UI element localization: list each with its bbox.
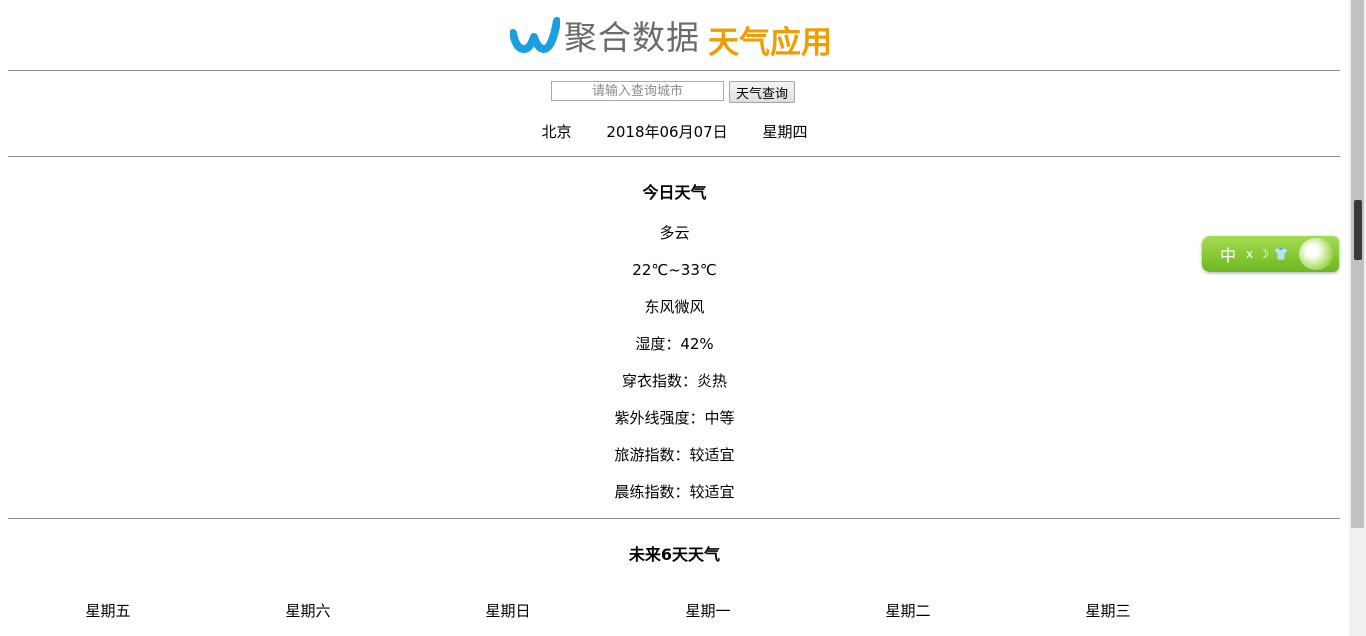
weather-query-button[interactable]: 天气查询	[729, 81, 796, 103]
location-info: 北京 2018年06月07日 星期四	[0, 121, 1349, 142]
search-bar: 天气查询	[551, 81, 796, 103]
forecast-day: 星期六	[285, 602, 331, 620]
weather-condition: 多云	[659, 224, 690, 242]
ime-floating-widget[interactable]: 中 ⅹ☽👕	[1202, 236, 1339, 272]
ime-tool-icons[interactable]: ⅹ☽👕	[1246, 247, 1294, 261]
current-weekday: 星期四	[762, 123, 808, 141]
city-name: 北京	[541, 123, 572, 141]
exercise-index: 晨练指数：较适宜	[614, 483, 735, 501]
forecast-day: 星期五	[85, 602, 131, 620]
divider	[8, 518, 1340, 519]
current-date: 2018年06月07日	[606, 123, 728, 141]
vertical-scrollbar[interactable]	[1349, 0, 1366, 636]
page: 聚合数据 天气应用 天气查询 北京 2018年06月07日 星期四 今日天气 多…	[0, 0, 1349, 636]
ime-mode-label[interactable]: 中	[1220, 242, 1236, 266]
city-search-input[interactable]	[551, 81, 724, 101]
forecast-day: 星期二	[885, 602, 931, 620]
today-weather-title: 今日天气	[642, 183, 707, 202]
scrollbar-thumb[interactable]	[1351, 0, 1364, 528]
wind-info: 东风微风	[644, 298, 705, 316]
flower-icon	[1299, 238, 1333, 270]
temperature-range: 22℃~33℃	[632, 261, 717, 279]
forecast-title: 未来6天天气	[628, 545, 721, 564]
logo[interactable]: 聚合数据 天气应用	[510, 10, 832, 61]
forecast-day: 星期一	[685, 602, 731, 620]
dressing-index: 穿衣指数：炎热	[621, 372, 727, 390]
brand-name: 聚合数据	[564, 18, 700, 57]
divider	[8, 70, 1340, 71]
humidity: 湿度：42%	[635, 335, 714, 353]
scrollbar-grip-icon	[1354, 200, 1362, 260]
header: 聚合数据 天气应用	[0, 0, 1349, 70]
logo-w-icon	[510, 17, 560, 53]
app-name: 天气应用	[708, 24, 832, 61]
forecast-day: 星期三	[1085, 602, 1131, 620]
divider	[8, 156, 1340, 157]
today-weather-list: 多云 22℃~33℃ 东风微风 湿度：42% 穿衣指数：炎热 紫外线强度：中等 …	[0, 222, 1349, 518]
travel-index: 旅游指数：较适宜	[614, 446, 735, 464]
forecast-day: 星期日	[485, 602, 531, 620]
uv-index: 紫外线强度：中等	[614, 409, 735, 427]
